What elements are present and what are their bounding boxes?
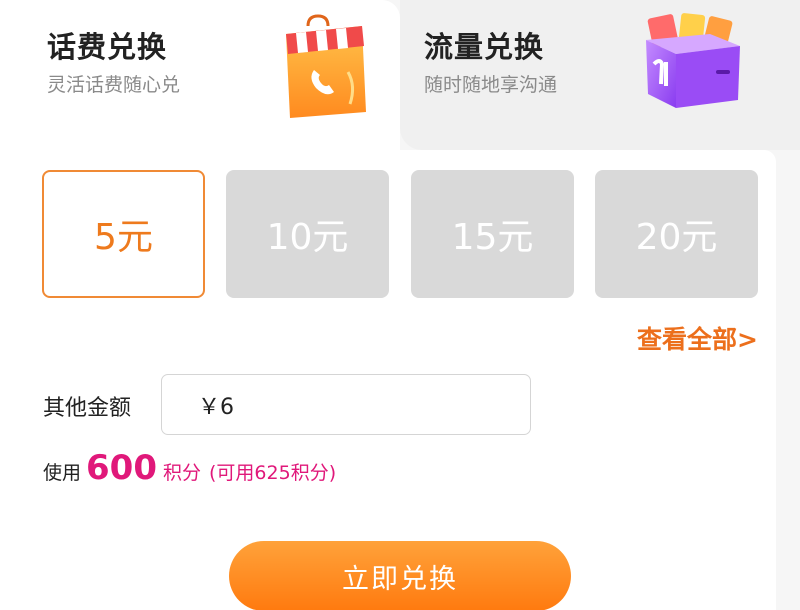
other-amount-input[interactable] xyxy=(161,374,531,435)
points-available: (可用625积分) xyxy=(209,462,337,484)
exchange-tabs: 话费兑换 灵活话费随心兑 流量兑换 随时随地享沟通 xyxy=(0,0,800,150)
tab-subtitle: 随时随地享沟通 xyxy=(424,74,558,96)
exchange-panel: 5元 10元 15元 20元 查看全部> 其他金额 使用 600 积分 (可用6… xyxy=(0,150,776,610)
view-all-link[interactable]: 查看全部> xyxy=(637,320,758,356)
points-prefix: 使用 xyxy=(43,462,82,484)
amount-option-10[interactable]: 10元 xyxy=(226,170,389,298)
points-unit: 积分 xyxy=(163,462,202,484)
tab-title: 话费兑换 xyxy=(47,30,168,64)
amount-option-15[interactable]: 15元 xyxy=(411,170,574,298)
amount-option-5[interactable]: 5元 xyxy=(42,170,205,298)
points-amount: 600 xyxy=(86,448,157,488)
tab-phone-credit[interactable]: 话费兑换 灵活话费随心兑 xyxy=(0,0,400,150)
other-amount-label: 其他金额 xyxy=(43,396,132,421)
data-gift-box-icon xyxy=(646,13,740,108)
tab-title: 流量兑换 xyxy=(424,30,545,64)
tab-data-traffic[interactable]: 流量兑换 随时随地享沟通 xyxy=(400,0,800,150)
exchange-now-button[interactable]: 立即兑换 xyxy=(229,541,571,610)
shopping-bag-phone-icon xyxy=(286,14,366,118)
amount-option-20[interactable]: 20元 xyxy=(595,170,758,298)
tab-subtitle: 灵活话费随心兑 xyxy=(47,74,181,96)
points-usage: 使用 600 积分 (可用625积分) xyxy=(43,448,336,488)
